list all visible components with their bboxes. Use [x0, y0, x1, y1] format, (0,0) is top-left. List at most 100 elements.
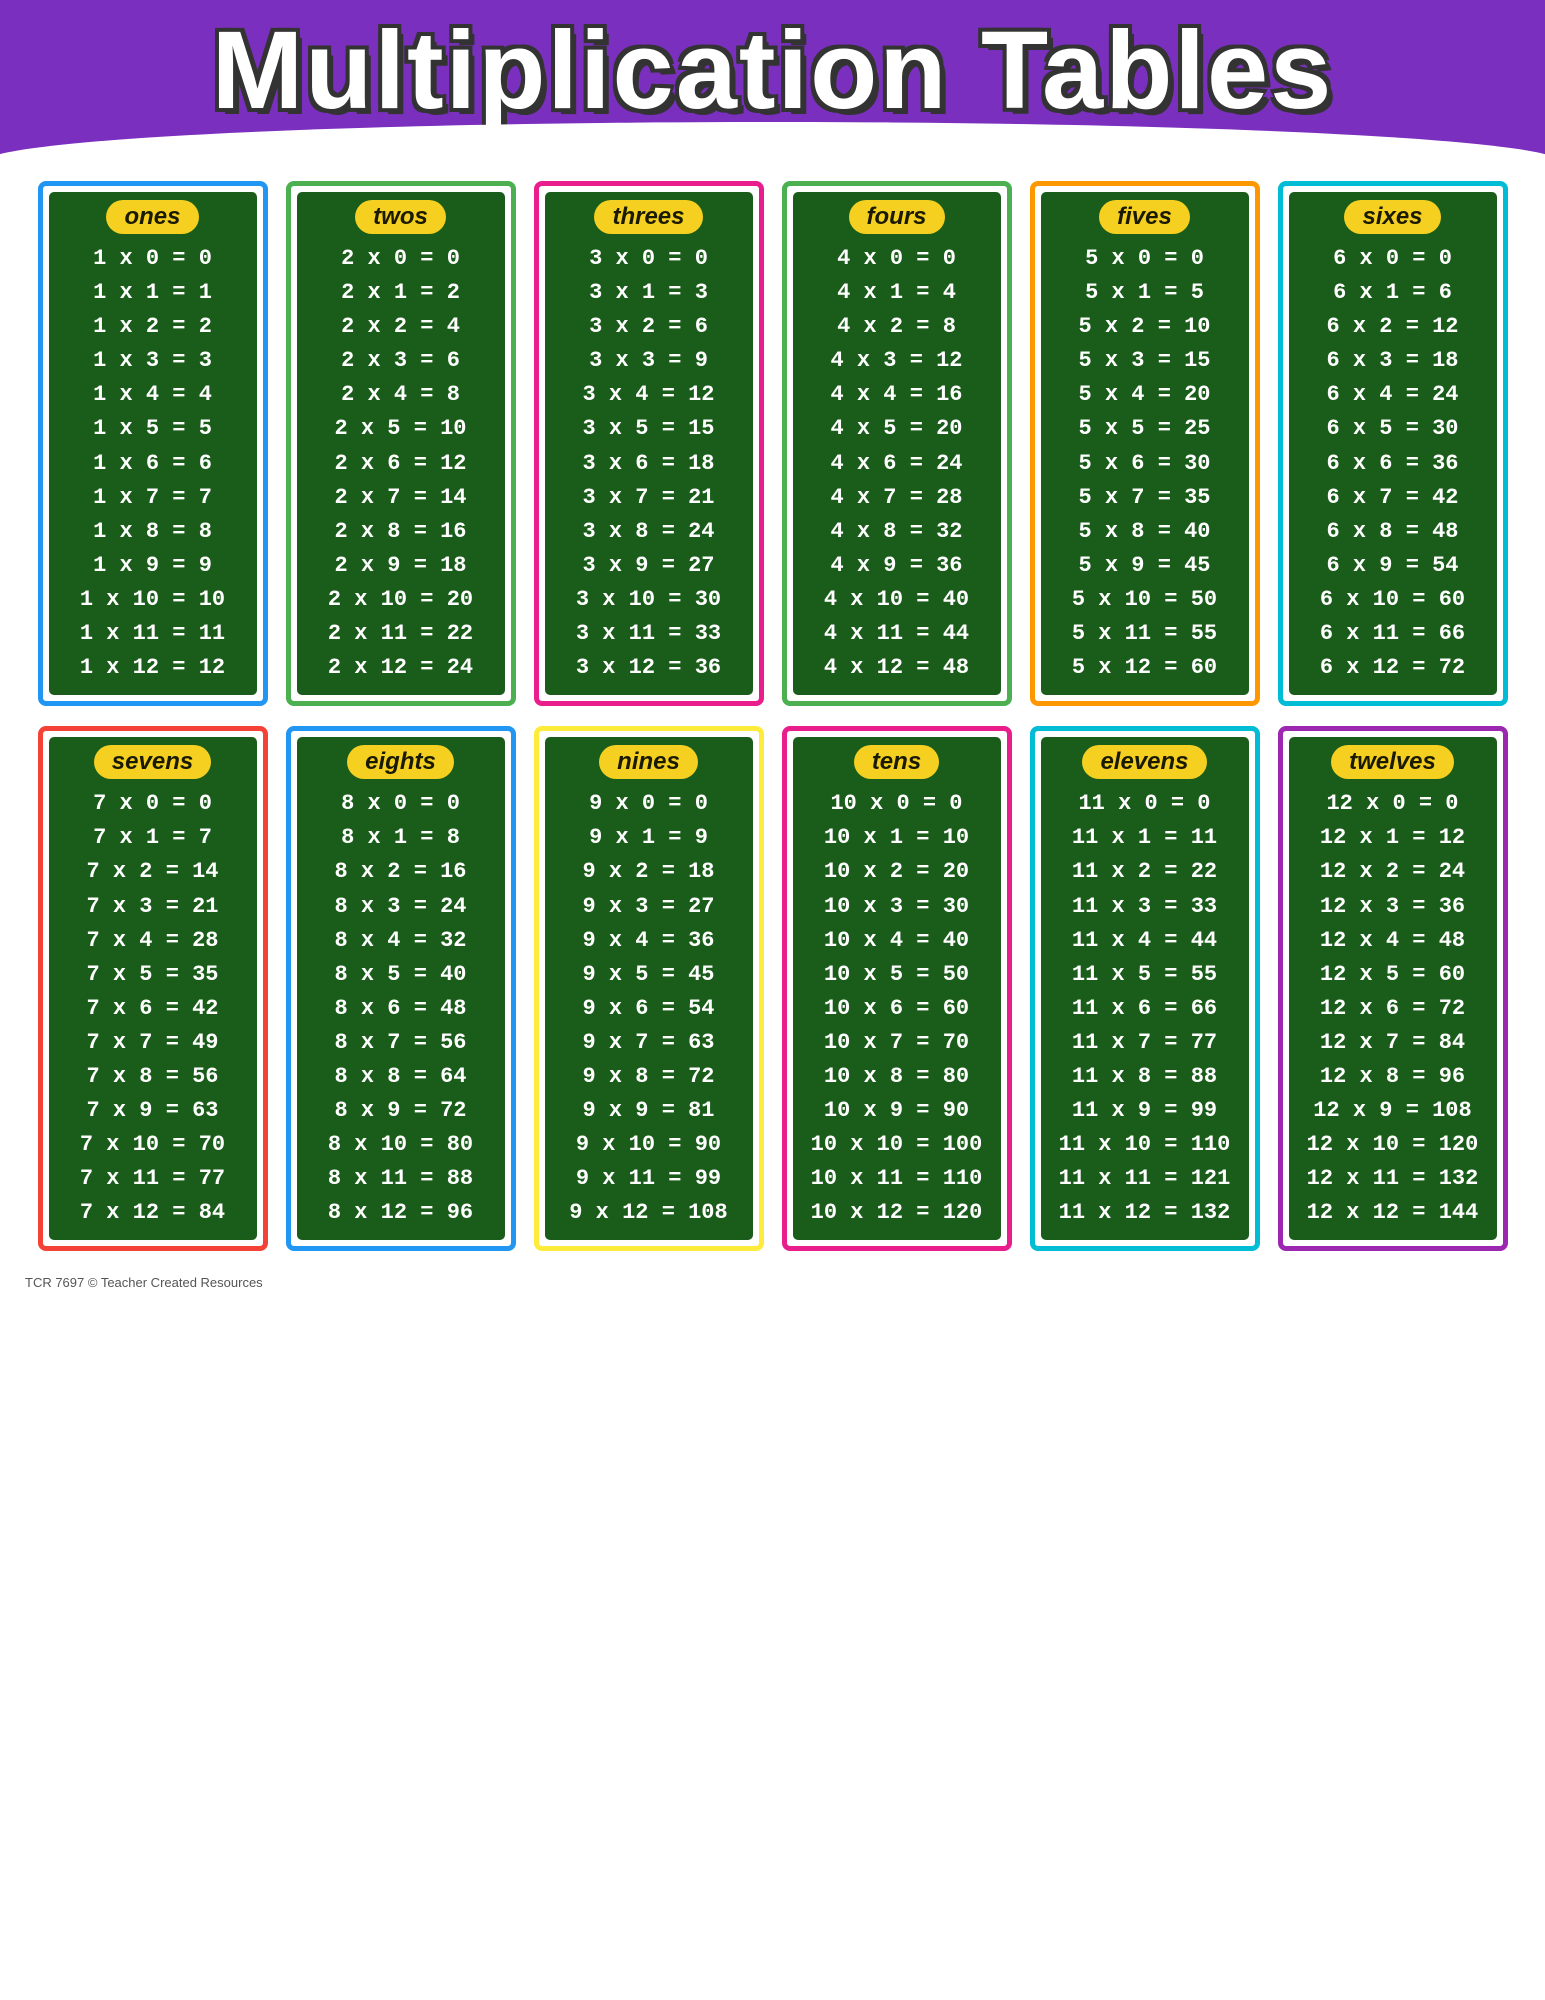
table-entry: 7 x 0 = 0	[93, 787, 212, 821]
content-area: ones1 x 0 = 01 x 1 = 11 x 2 = 21 x 3 = 3…	[0, 161, 1545, 1271]
table-entry: 5 x 8 = 40	[1078, 515, 1210, 549]
table-entry: 10 x 8 = 80	[824, 1060, 969, 1094]
table-entry: 9 x 5 = 45	[582, 958, 714, 992]
table-entry: 11 x 1 = 11	[1072, 821, 1217, 855]
table-entry: 12 x 2 = 24	[1320, 855, 1465, 889]
table-entry: 2 x 10 = 20	[328, 583, 473, 617]
table-entry: 4 x 11 = 44	[824, 617, 969, 651]
table-title-threes: threes	[594, 200, 702, 234]
table-entry: 6 x 10 = 60	[1320, 583, 1465, 617]
table-entry: 6 x 5 = 30	[1326, 412, 1458, 446]
table-entry: 8 x 5 = 40	[334, 958, 466, 992]
table-entry: 9 x 0 = 0	[589, 787, 708, 821]
table-entry: 2 x 7 = 14	[334, 481, 466, 515]
table-card-tens: tens10 x 0 = 010 x 1 = 1010 x 2 = 2010 x…	[782, 726, 1012, 1251]
table-title-ones: ones	[106, 200, 198, 234]
table-entry: 5 x 11 = 55	[1072, 617, 1217, 651]
table-entry: 1 x 1 = 1	[93, 276, 212, 310]
table-entry: 5 x 2 = 10	[1078, 310, 1210, 344]
table-entry: 1 x 5 = 5	[93, 412, 212, 446]
table-entry: 3 x 7 = 21	[582, 481, 714, 515]
main-title: Multiplication Tables	[0, 10, 1545, 131]
table-entry: 2 x 9 = 18	[334, 549, 466, 583]
table-entry: 11 x 2 = 22	[1072, 855, 1217, 889]
table-entry: 5 x 4 = 20	[1078, 378, 1210, 412]
table-entry: 8 x 9 = 72	[334, 1094, 466, 1128]
table-entry: 2 x 8 = 16	[334, 515, 466, 549]
table-entry: 10 x 11 = 110	[811, 1162, 983, 1196]
table-entry: 7 x 5 = 35	[86, 958, 218, 992]
table-entry: 9 x 10 = 90	[576, 1128, 721, 1162]
table-entry: 7 x 12 = 84	[80, 1196, 225, 1230]
table-entry: 9 x 12 = 108	[569, 1196, 727, 1230]
table-entry: 11 x 11 = 121	[1059, 1162, 1231, 1196]
table-entry: 3 x 11 = 33	[576, 617, 721, 651]
table-entry: 6 x 4 = 24	[1326, 378, 1458, 412]
table-entry: 3 x 10 = 30	[576, 583, 721, 617]
table-entry: 9 x 7 = 63	[582, 1026, 714, 1060]
table-entry: 6 x 11 = 66	[1320, 617, 1465, 651]
table-entry: 4 x 3 = 12	[830, 344, 962, 378]
table-entry: 6 x 8 = 48	[1326, 515, 1458, 549]
table-entry: 3 x 0 = 0	[589, 242, 708, 276]
table-entry: 7 x 6 = 42	[86, 992, 218, 1026]
table-entry: 11 x 10 = 110	[1059, 1128, 1231, 1162]
table-entry: 2 x 0 = 0	[341, 242, 460, 276]
table-entry: 3 x 2 = 6	[589, 310, 708, 344]
table-entry: 3 x 5 = 15	[582, 412, 714, 446]
table-card-sixes: sixes6 x 0 = 06 x 1 = 66 x 2 = 126 x 3 =…	[1278, 181, 1508, 706]
table-entry: 3 x 8 = 24	[582, 515, 714, 549]
table-entry: 6 x 1 = 6	[1333, 276, 1452, 310]
table-entry: 6 x 3 = 18	[1326, 344, 1458, 378]
table-entry: 9 x 3 = 27	[582, 890, 714, 924]
row-2: sevens7 x 0 = 07 x 1 = 77 x 2 = 147 x 3 …	[25, 726, 1520, 1251]
table-entry: 3 x 1 = 3	[589, 276, 708, 310]
table-entry: 1 x 3 = 3	[93, 344, 212, 378]
table-card-twelves: twelves12 x 0 = 012 x 1 = 1212 x 2 = 241…	[1278, 726, 1508, 1251]
table-entry: 12 x 5 = 60	[1320, 958, 1465, 992]
table-entry: 7 x 7 = 49	[86, 1026, 218, 1060]
table-entry: 12 x 10 = 120	[1307, 1128, 1479, 1162]
table-entry: 12 x 12 = 144	[1307, 1196, 1479, 1230]
table-entry: 7 x 10 = 70	[80, 1128, 225, 1162]
table-entry: 1 x 9 = 9	[93, 549, 212, 583]
table-entry: 10 x 12 = 120	[811, 1196, 983, 1230]
table-title-sixes: sixes	[1344, 200, 1440, 234]
table-entry: 9 x 4 = 36	[582, 924, 714, 958]
table-entry: 10 x 9 = 90	[824, 1094, 969, 1128]
table-entry: 3 x 12 = 36	[576, 651, 721, 685]
table-entry: 10 x 4 = 40	[824, 924, 969, 958]
table-entry: 2 x 1 = 2	[341, 276, 460, 310]
table-entry: 11 x 12 = 132	[1059, 1196, 1231, 1230]
table-entry: 7 x 2 = 14	[86, 855, 218, 889]
table-card-threes: threes 3 x 0 = 03 x 1 = 33 x 2 = 63 x 3 =…	[534, 181, 764, 706]
table-entry: 8 x 10 = 80	[328, 1128, 473, 1162]
table-entry: 10 x 1 = 10	[824, 821, 969, 855]
footer: TCR 7697 © Teacher Created Resources	[0, 1271, 1545, 1294]
table-entry: 10 x 2 = 20	[824, 855, 969, 889]
table-title-twelves: twelves	[1331, 745, 1454, 779]
table-card-eights: eights8 x 0 = 08 x 1 = 88 x 2 = 168 x 3 …	[286, 726, 516, 1251]
table-entry: 7 x 4 = 28	[86, 924, 218, 958]
table-entry: 4 x 7 = 28	[830, 481, 962, 515]
table-entry: 4 x 9 = 36	[830, 549, 962, 583]
table-entry: 8 x 12 = 96	[328, 1196, 473, 1230]
table-entry: 9 x 6 = 54	[582, 992, 714, 1026]
table-entry: 12 x 3 = 36	[1320, 890, 1465, 924]
table-entry: 4 x 6 = 24	[830, 447, 962, 481]
table-title-elevens: elevens	[1082, 745, 1206, 779]
table-entry: 3 x 3 = 9	[589, 344, 708, 378]
table-entry: 12 x 11 = 132	[1307, 1162, 1479, 1196]
table-entry: 11 x 5 = 55	[1072, 958, 1217, 992]
table-entry: 2 x 2 = 4	[341, 310, 460, 344]
table-entry: 10 x 0 = 0	[830, 787, 962, 821]
table-entry: 5 x 5 = 25	[1078, 412, 1210, 446]
table-entry: 8 x 11 = 88	[328, 1162, 473, 1196]
row-1: ones1 x 0 = 01 x 1 = 11 x 2 = 21 x 3 = 3…	[25, 181, 1520, 706]
table-entry: 8 x 3 = 24	[334, 890, 466, 924]
table-entry: 1 x 12 = 12	[80, 651, 225, 685]
table-entry: 3 x 4 = 12	[582, 378, 714, 412]
table-card-fours: fours4 x 0 = 04 x 1 = 44 x 2 = 84 x 3 = …	[782, 181, 1012, 706]
table-entry: 8 x 0 = 0	[341, 787, 460, 821]
table-card-nines: nines9 x 0 = 09 x 1 = 99 x 2 = 189 x 3 =…	[534, 726, 764, 1251]
